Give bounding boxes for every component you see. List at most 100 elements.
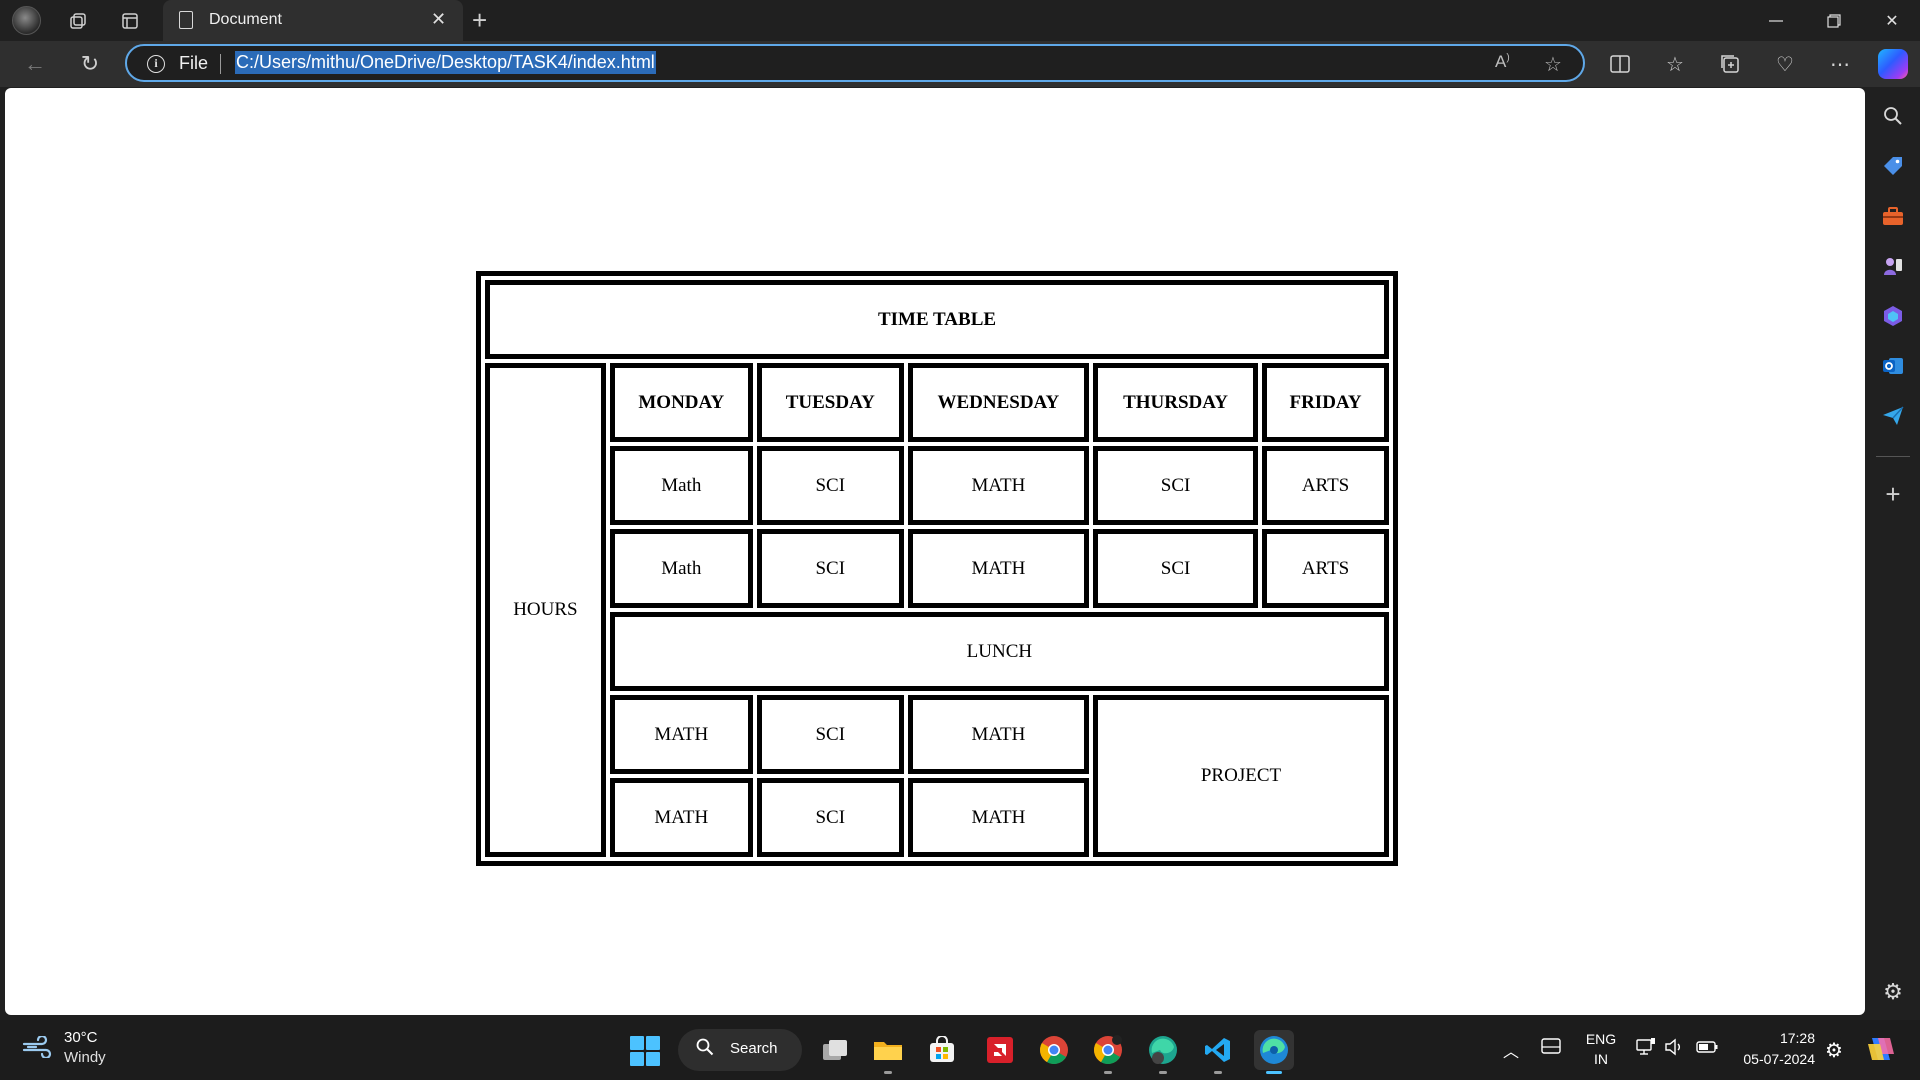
windows-logo-pane xyxy=(630,1052,644,1066)
network-icon[interactable] xyxy=(1636,1038,1656,1061)
wind-icon[interactable] xyxy=(22,1034,52,1065)
split-screen-icon[interactable] xyxy=(1597,41,1643,87)
read-aloud-icon[interactable]: A) xyxy=(1495,52,1510,72)
copilot-sidebar-icon[interactable] xyxy=(1866,296,1920,336)
subject-cell: SCI xyxy=(1092,446,1259,525)
tab-title: Document xyxy=(209,11,282,28)
clock-date[interactable]: 05-07-2024 xyxy=(1735,1051,1815,1067)
day-header: THURSDAY xyxy=(1092,363,1259,442)
language-region[interactable]: IN xyxy=(1584,1051,1618,1067)
taskbar: 30°C Windy Search ︿ ENG IN 17:28 05-07-2… xyxy=(0,1020,1920,1080)
day-header: FRIDAY xyxy=(1262,363,1389,442)
favorites-icon[interactable]: ☆ xyxy=(1652,41,1698,87)
start-button[interactable] xyxy=(630,1036,660,1066)
profile-avatar[interactable] xyxy=(12,6,41,35)
running-indicator xyxy=(884,1071,892,1074)
subject-cell: ARTS xyxy=(1262,446,1389,525)
close-tab-icon[interactable]: ✕ xyxy=(431,9,446,30)
collections-icon[interactable] xyxy=(1707,41,1753,87)
navigation-bar: ← ↻ i File C:/Users/mithu/OneDrive/Deskt… xyxy=(0,41,1920,87)
refresh-icon[interactable]: ↻ xyxy=(70,41,110,87)
keyboard-layout-icon[interactable] xyxy=(1541,1038,1561,1059)
subject-cell: MATH xyxy=(609,778,753,857)
clock-time[interactable]: 17:28 xyxy=(1735,1030,1815,1046)
workspaces-icon[interactable] xyxy=(58,0,98,41)
subject-cell: SCI xyxy=(1092,529,1259,608)
games-icon[interactable] xyxy=(1866,246,1920,286)
day-header: WEDNESDAY xyxy=(907,363,1089,442)
back-icon[interactable]: ← xyxy=(15,41,55,87)
browser-tab[interactable]: Document ✕ xyxy=(163,0,463,41)
subject-cell: MATH xyxy=(609,695,753,774)
address-separator xyxy=(220,54,221,74)
weather-temperature[interactable]: 30°C xyxy=(64,1029,98,1046)
running-indicator xyxy=(1214,1071,1222,1074)
table-title: TIME TABLE xyxy=(485,280,1389,359)
day-header: MONDAY xyxy=(609,363,753,442)
minimize-icon[interactable] xyxy=(1748,0,1804,41)
chrome-profile-icon[interactable] xyxy=(1088,1030,1128,1074)
sidebar-separator xyxy=(1876,456,1910,457)
subject-cell: ARTS xyxy=(1262,529,1389,608)
title-bar: Document ✕ + ✕ xyxy=(0,0,1920,41)
microsoft-store-icon[interactable] xyxy=(922,1030,962,1070)
copilot-icon[interactable] xyxy=(1878,49,1908,79)
file-explorer-icon[interactable] xyxy=(868,1030,908,1074)
web-page: TIME TABLE HOURS MONDAY TUESDAY WEDNESDA… xyxy=(5,88,1865,1015)
active-indicator xyxy=(1266,1071,1282,1074)
search-label: Search xyxy=(730,1040,778,1057)
subject-cell: MATH xyxy=(907,446,1089,525)
scheme-label: File xyxy=(179,53,209,73)
search-icon xyxy=(696,1038,714,1061)
favorite-star-icon[interactable]: ☆ xyxy=(1544,52,1562,77)
search-icon[interactable] xyxy=(1866,96,1920,136)
battery-icon[interactable] xyxy=(1696,1038,1718,1059)
project-cell: PROJECT xyxy=(1092,695,1389,857)
volume-icon[interactable] xyxy=(1664,1038,1684,1061)
notification-settings-icon[interactable]: ⚙ xyxy=(1825,1038,1843,1063)
taskbar-search[interactable]: Search xyxy=(678,1029,802,1071)
task-view-icon[interactable] xyxy=(815,1030,855,1070)
subject-cell: MATH xyxy=(907,778,1089,857)
weather-condition[interactable]: Windy xyxy=(64,1049,106,1066)
edge-sidebar: + ⚙ xyxy=(1866,88,1920,1015)
chrome-icon[interactable] xyxy=(1034,1030,1074,1070)
add-icon[interactable]: + xyxy=(1866,474,1920,514)
settings-icon[interactable]: ⚙ xyxy=(1866,972,1920,1012)
subject-cell: SCI xyxy=(756,446,904,525)
vscode-icon[interactable] xyxy=(1198,1030,1238,1074)
day-header: TUESDAY xyxy=(756,363,904,442)
subject-cell: Math xyxy=(609,446,753,525)
windows-logo-pane xyxy=(646,1036,660,1050)
tab-actions-icon[interactable] xyxy=(110,0,150,41)
running-indicator xyxy=(1104,1071,1112,1074)
site-info-icon[interactable]: i xyxy=(147,55,165,73)
hours-cell: HOURS xyxy=(485,363,606,857)
subject-cell: MATH xyxy=(907,695,1089,774)
outlook-icon[interactable] xyxy=(1866,346,1920,386)
language-code[interactable]: ENG xyxy=(1584,1031,1618,1047)
restore-icon[interactable] xyxy=(1806,0,1862,41)
windows-logo-pane xyxy=(646,1052,660,1066)
close-window-icon[interactable]: ✕ xyxy=(1864,0,1920,41)
amd-software-icon[interactable] xyxy=(980,1030,1020,1070)
subject-cell: MATH xyxy=(907,529,1089,608)
edge-icon[interactable] xyxy=(1254,1030,1294,1074)
edge-profile-icon[interactable] xyxy=(1143,1030,1183,1074)
shopping-tag-icon[interactable] xyxy=(1866,146,1920,186)
address-bar[interactable]: i File C:/Users/mithu/OneDrive/Desktop/T… xyxy=(125,44,1585,82)
send-icon[interactable] xyxy=(1866,396,1920,436)
new-tab-button[interactable]: + xyxy=(472,5,487,36)
subject-cell: Math xyxy=(609,529,753,608)
tools-icon[interactable] xyxy=(1866,196,1920,236)
subject-cell: SCI xyxy=(756,529,904,608)
copilot-taskbar-icon[interactable] xyxy=(1866,1034,1896,1069)
more-icon[interactable]: ⋯ xyxy=(1817,41,1863,87)
document-icon xyxy=(179,11,193,29)
running-indicator xyxy=(1159,1071,1167,1074)
lunch-cell: LUNCH xyxy=(609,612,1389,691)
subject-cell: SCI xyxy=(756,778,904,857)
chevron-up-icon[interactable]: ︿ xyxy=(1503,1038,1519,1062)
browser-essentials-icon[interactable]: ♡ xyxy=(1762,41,1808,87)
url-text[interactable]: C:/Users/mithu/OneDrive/Desktop/TASK4/in… xyxy=(235,51,656,74)
